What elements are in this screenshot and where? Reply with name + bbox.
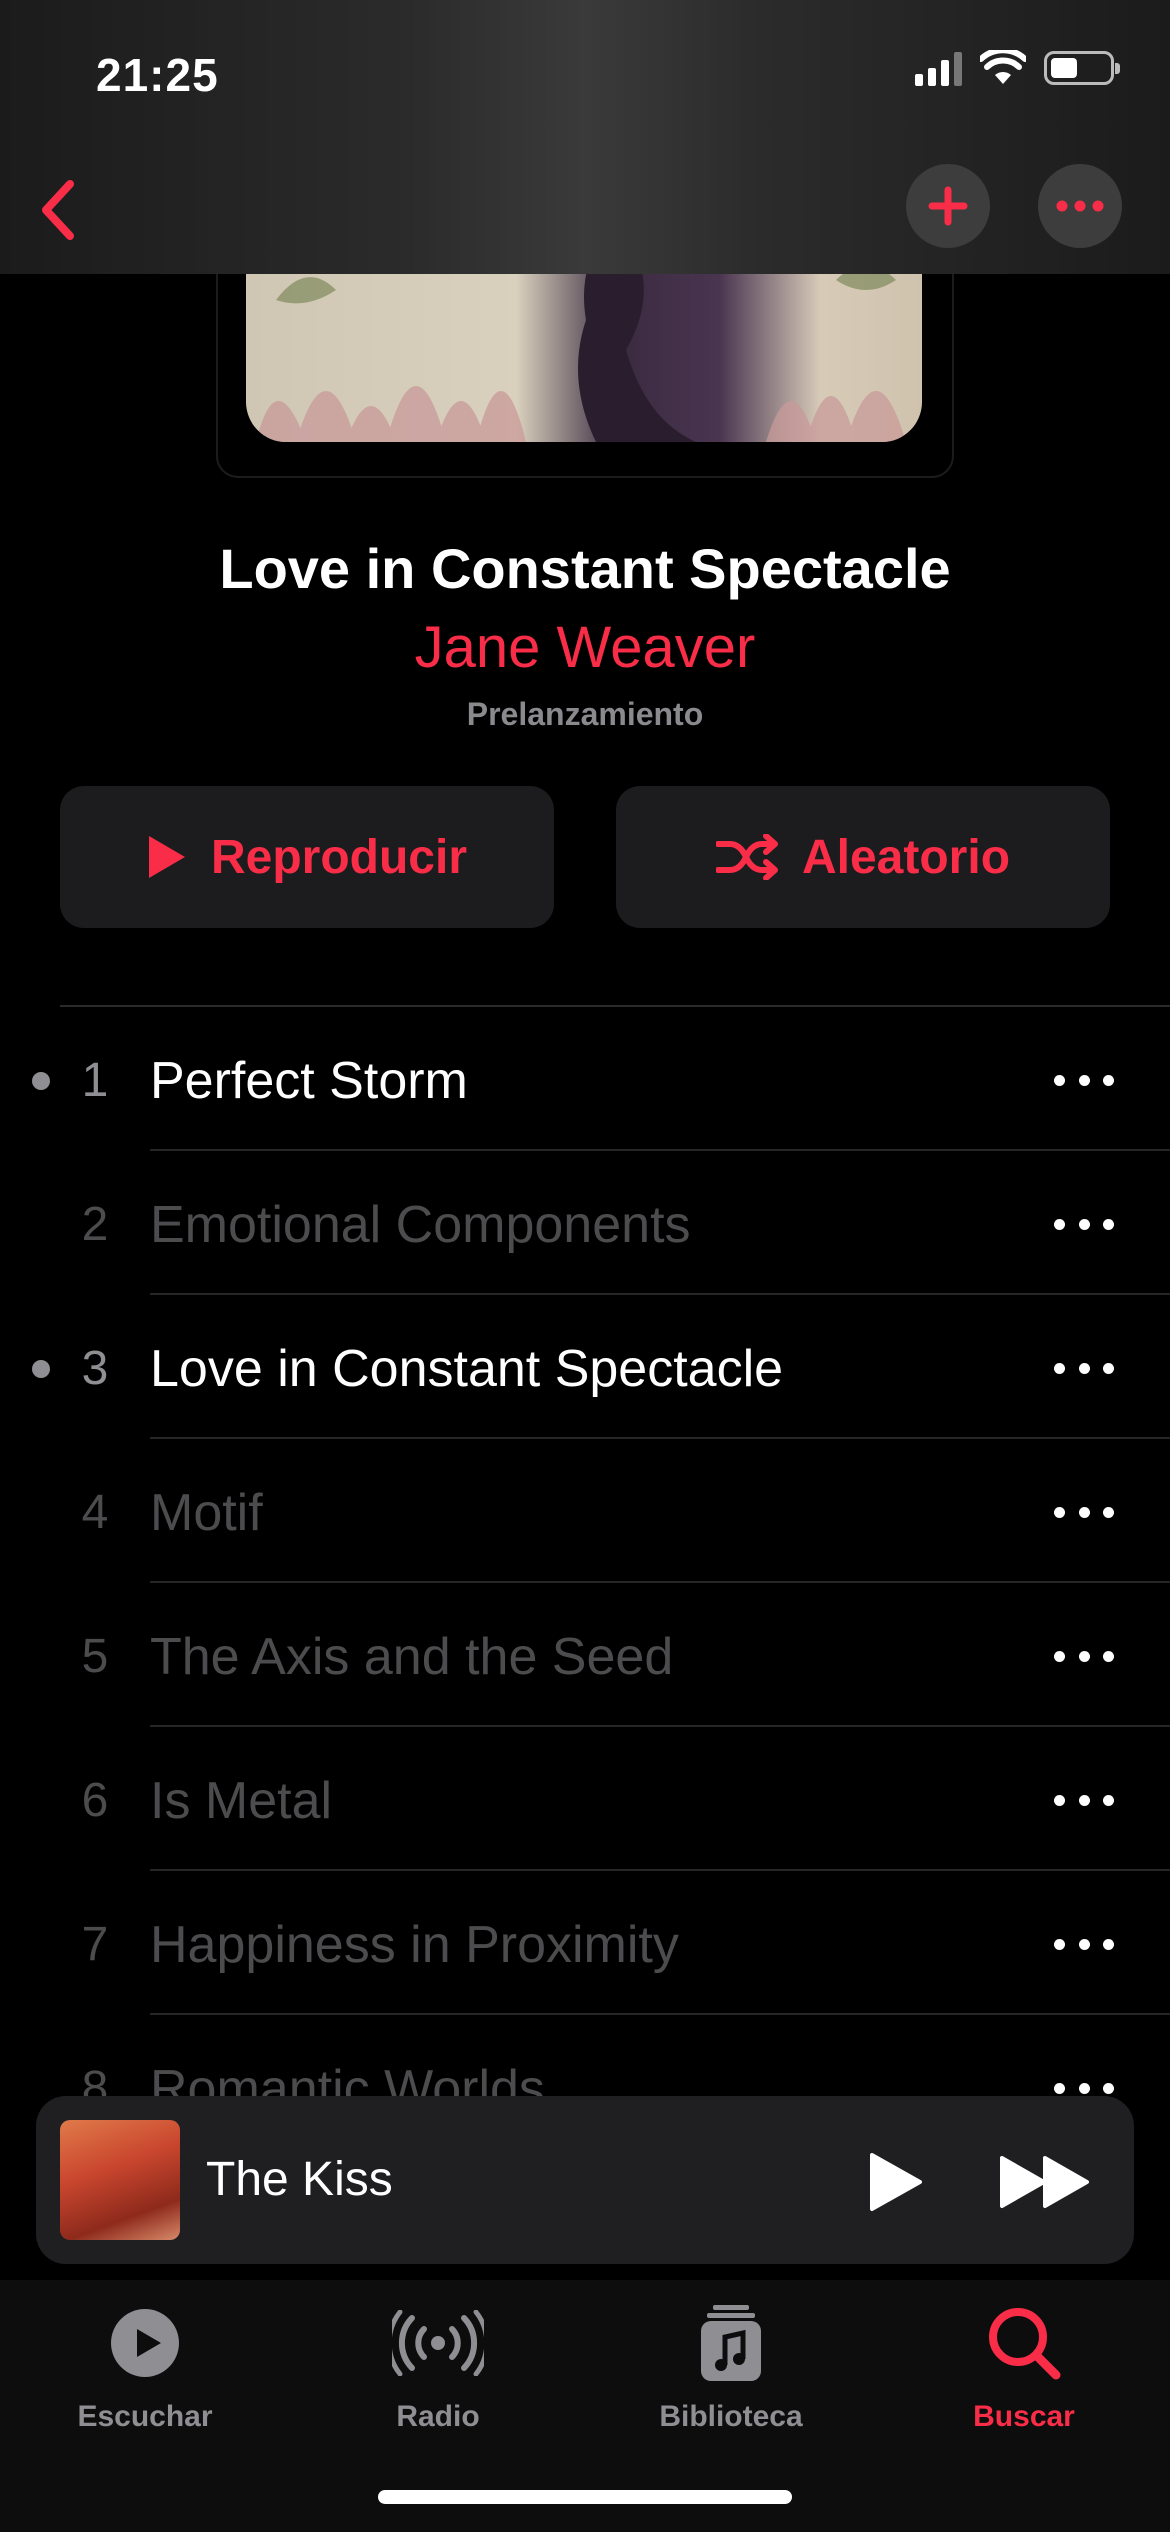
- tab-radio[interactable]: Radio: [313, 2300, 563, 2434]
- library-icon: [701, 2305, 761, 2381]
- track-more-button[interactable]: [1054, 1055, 1114, 1105]
- fast-forward-icon: [1000, 2156, 1089, 2208]
- track-row[interactable]: 1 Perfect Storm: [0, 1007, 1170, 1151]
- track-title: Happiness in Proximity: [150, 1916, 679, 1974]
- track-more-button[interactable]: [1054, 1919, 1114, 1969]
- track-title: Perfect Storm: [150, 1052, 468, 1110]
- fast-forward-button[interactable]: [990, 2144, 1100, 2220]
- track-number: 7: [81, 1918, 109, 1971]
- radio-waves-icon: [392, 2310, 484, 2376]
- back-button[interactable]: [18, 170, 98, 250]
- play-button-label: Reproducir: [210, 830, 468, 884]
- home-indicator[interactable]: [378, 2490, 792, 2504]
- track-row[interactable]: 4 Motif: [0, 1439, 1170, 1583]
- track-title: The Axis and the Seed: [150, 1628, 674, 1686]
- mini-player[interactable]: The Kiss: [36, 2096, 1134, 2264]
- album-release-status: Prelanzamiento: [466, 696, 704, 732]
- track-row[interactable]: 5 The Axis and the Seed: [0, 1583, 1170, 1727]
- track-row[interactable]: 3 Love in Constant Spectacle: [0, 1295, 1170, 1439]
- album-artist-link[interactable]: Jane Weaver: [0, 614, 1170, 681]
- tab-biblioteca[interactable]: Biblioteca: [606, 2300, 856, 2434]
- track-number: 1: [81, 1054, 109, 1107]
- shuffle-button[interactable]: Aleatorio: [616, 786, 1110, 928]
- tab-label: Escuchar: [77, 2400, 213, 2433]
- battery-icon: [1044, 51, 1120, 85]
- tab-escuchar[interactable]: Escuchar: [20, 2300, 270, 2434]
- add-button[interactable]: [906, 164, 990, 248]
- track-number: 5: [81, 1630, 109, 1683]
- available-indicator: [32, 1360, 50, 1378]
- tab-label: Radio: [396, 2400, 480, 2433]
- top-bar: 21:25: [0, 0, 1170, 274]
- track-more-button[interactable]: [1054, 1343, 1114, 1393]
- now-playing-artwork: [60, 2120, 180, 2240]
- status-icons: [915, 50, 1120, 86]
- track-number: 3: [81, 1342, 109, 1395]
- track-title: Is Metal: [150, 1772, 333, 1830]
- play-icon: [870, 2153, 922, 2211]
- track-title: Emotional Components: [150, 1196, 691, 1254]
- track-row[interactable]: 7 Happiness in Proximity: [0, 1871, 1170, 2015]
- track-row[interactable]: 6 Is Metal: [0, 1727, 1170, 1871]
- search-icon: [989, 2308, 1061, 2380]
- play-button[interactable]: Reproducir: [60, 786, 554, 928]
- ellipsis-icon: [1056, 200, 1104, 212]
- track-title: Motif: [150, 1484, 263, 1542]
- shuffle-icon: [715, 834, 778, 880]
- play-icon: [148, 836, 185, 878]
- chevron-left-icon: [42, 180, 74, 240]
- plus-icon: [928, 186, 968, 226]
- track-more-button[interactable]: [1054, 1775, 1114, 1825]
- mini-play-button[interactable]: [856, 2144, 936, 2220]
- more-options-button[interactable]: [1038, 164, 1122, 248]
- album-title: Love in Constant Spectacle: [219, 537, 951, 600]
- now-playing-title: The Kiss: [206, 2153, 393, 2206]
- play-circle-icon: [111, 2309, 179, 2377]
- tab-label: Buscar: [973, 2400, 1075, 2433]
- track-more-button[interactable]: [1054, 1631, 1114, 1681]
- tab-label: Biblioteca: [659, 2400, 803, 2433]
- track-list: 1 Perfect Storm 2 Emotional Components 3…: [0, 1007, 1170, 2159]
- track-more-button[interactable]: [1054, 1199, 1114, 1249]
- available-indicator: [32, 1072, 50, 1090]
- wifi-icon: [980, 50, 1026, 84]
- tab-buscar[interactable]: Buscar: [899, 2300, 1149, 2434]
- track-title: Love in Constant Spectacle: [150, 1340, 784, 1398]
- track-number: 6: [81, 1774, 109, 1827]
- track-number: 4: [81, 1486, 109, 1539]
- track-row[interactable]: 2 Emotional Components: [0, 1151, 1170, 1295]
- track-number: 2: [81, 1198, 109, 1251]
- cellular-signal-icon: [915, 50, 962, 86]
- status-time: 21:25: [96, 49, 219, 101]
- track-more-button[interactable]: [1054, 1487, 1114, 1537]
- shuffle-button-label: Aleatorio: [801, 830, 1011, 884]
